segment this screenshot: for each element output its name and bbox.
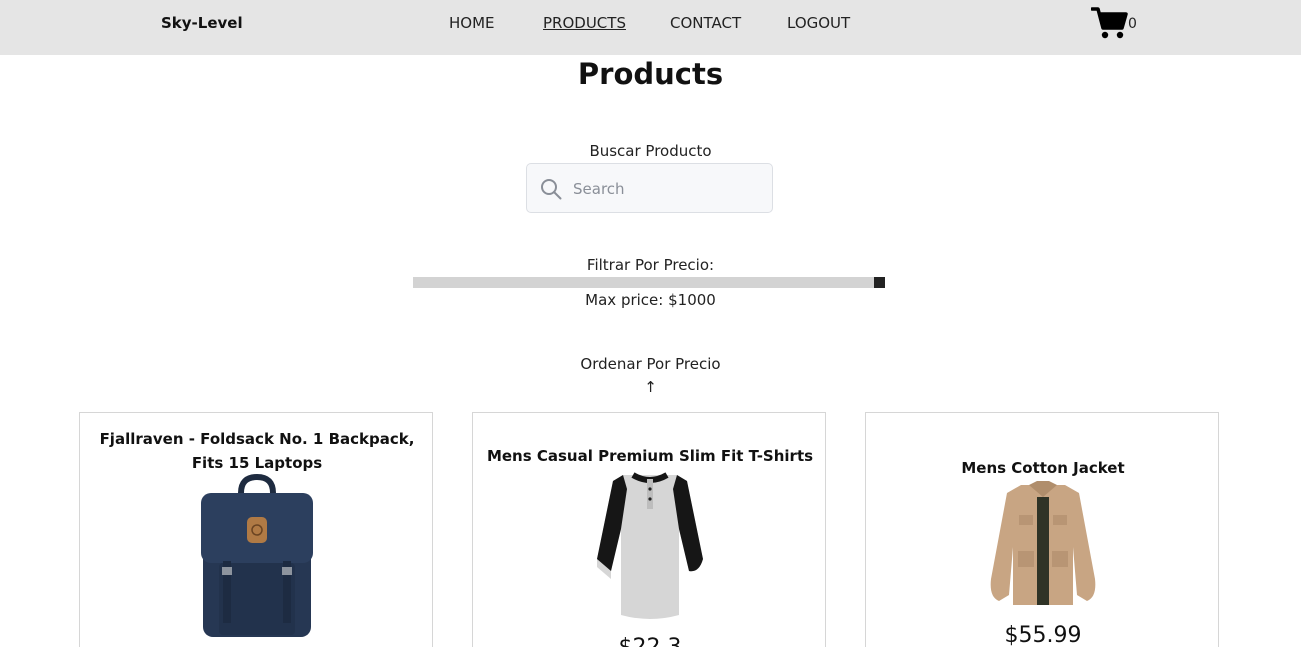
price-slider[interactable] xyxy=(413,277,885,288)
search-icon xyxy=(541,179,562,200)
nav-link-products[interactable]: PRODUCTS xyxy=(543,14,626,32)
navbar: Sky-Level HOME PRODUCTS CONTACT LOGOUT 0 xyxy=(0,0,1301,55)
nav-link-home[interactable]: HOME xyxy=(449,14,495,32)
product-card[interactable]: Mens Casual Premium Slim Fit T-Shirts $2… xyxy=(472,412,826,647)
product-title: Fjallraven - Foldsack No. 1 Backpack, Fi… xyxy=(99,430,415,472)
cart-button[interactable]: 0 xyxy=(1091,6,1151,42)
search-label: Buscar Producto xyxy=(589,142,712,160)
nav-link-contact[interactable]: CONTACT xyxy=(670,14,741,32)
search-box[interactable] xyxy=(526,163,773,213)
product-price: $55.99 xyxy=(1004,623,1082,647)
shopping-cart-icon xyxy=(1091,7,1128,39)
product-card[interactable]: Fjallraven - Foldsack No. 1 Backpack, Fi… xyxy=(79,412,433,647)
backpack-image xyxy=(201,473,313,637)
cart-count: 0 xyxy=(1128,16,1137,32)
sort-direction-button[interactable]: ↑ xyxy=(0,378,1301,396)
product-title: Mens Casual Premium Slim Fit T-Shirts xyxy=(486,447,814,465)
page-title: Products xyxy=(577,57,724,91)
product-card[interactable]: Mens Cotton Jacket $55.99 xyxy=(865,412,1219,647)
brand-logo[interactable]: Sky-Level xyxy=(161,14,243,32)
nav-link-logout[interactable]: LOGOUT xyxy=(787,14,850,32)
search-input[interactable] xyxy=(573,177,763,201)
price-slider-thumb[interactable] xyxy=(874,277,885,288)
sort-label: Ordenar Por Precio xyxy=(580,355,721,373)
product-title: Mens Cotton Jacket xyxy=(961,459,1125,477)
product-price: $22.3 xyxy=(473,635,827,647)
jacket-image xyxy=(990,481,1096,605)
max-price-label: Max price: $1000 xyxy=(585,291,716,309)
price-filter-label: Filtrar Por Precio: xyxy=(586,256,715,274)
tshirt-image xyxy=(597,472,703,619)
